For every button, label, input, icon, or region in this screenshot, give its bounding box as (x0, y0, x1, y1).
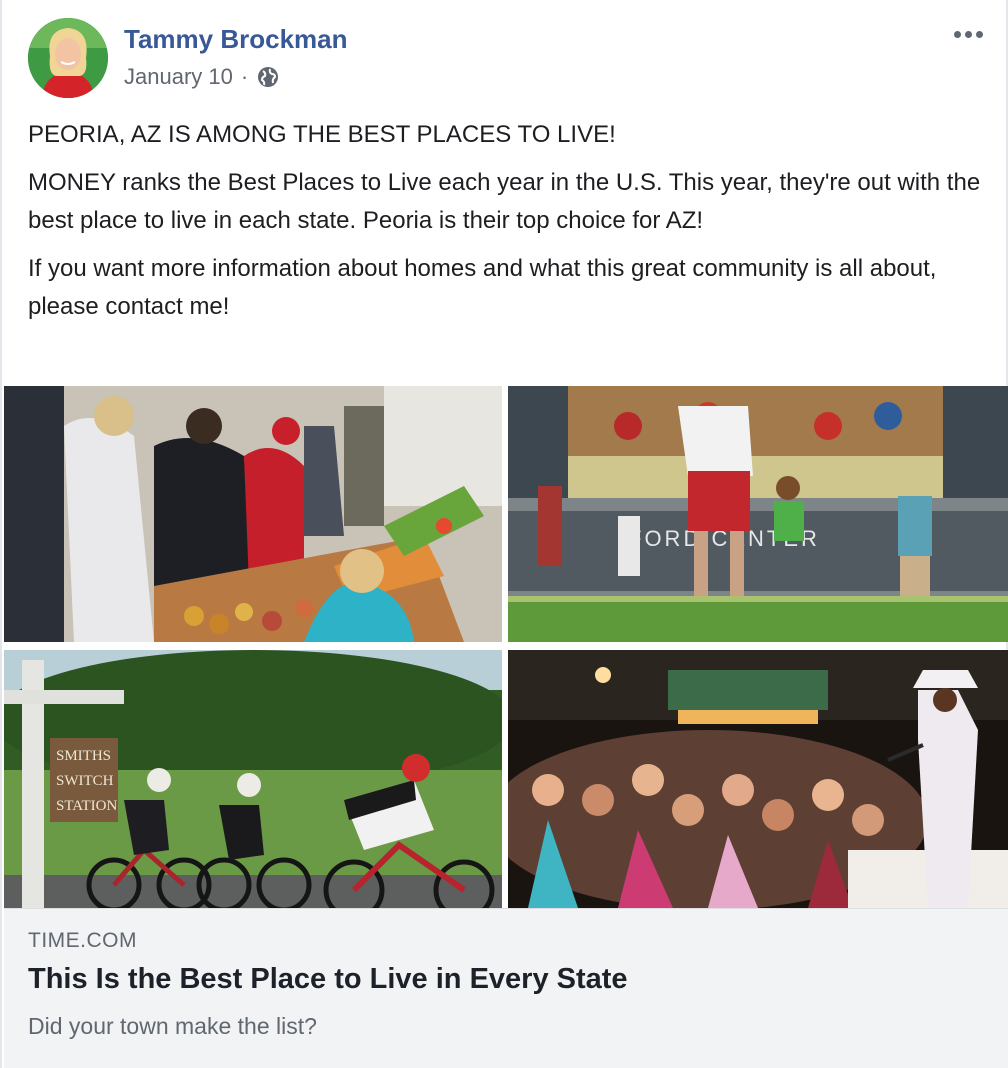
dot (964, 30, 972, 38)
post-paragraph: MONEY ranks the Best Places to Live each… (28, 169, 981, 234)
post-paragraph: If you want more information about homes… (28, 255, 937, 320)
post-meta: January 10 · (124, 64, 280, 90)
photo-ford-center[interactable]: FORD CENTER (508, 386, 1008, 642)
link-preview[interactable]: TIME.COM This Is the Best Place to Live … (4, 908, 1008, 1068)
globe-icon[interactable] (256, 65, 280, 89)
sign-line: SWITCH (56, 773, 114, 789)
facebook-post: Tammy Brockman January 10 · PEORIA, AZ I… (0, 0, 1008, 1068)
author-name[interactable]: Tammy Brockman (124, 24, 348, 55)
more-options-icon[interactable] (948, 20, 988, 48)
post-headline: PEORIA, AZ IS AMONG THE BEST PLACES TO L… (28, 121, 616, 148)
dot (953, 30, 961, 38)
link-domain: TIME.COM (28, 929, 137, 952)
dot (975, 30, 983, 38)
link-description: Did your town make the list? (28, 1013, 317, 1039)
post-date[interactable]: January 10 (124, 64, 233, 90)
sign-line: SMITHS (56, 748, 111, 764)
photo-cyclists[interactable]: SMITHS SWITCH STATION (4, 650, 502, 908)
photo-concert[interactable] (508, 650, 1008, 908)
photo-grid: FORD CENTER SMITHS SWITCH STATION (4, 386, 1008, 908)
photo-farmers-market[interactable] (4, 386, 502, 642)
sign-line: STATION (56, 798, 117, 814)
author-avatar[interactable] (28, 18, 108, 98)
link-title[interactable]: This Is the Best Place to Live in Every … (28, 963, 628, 996)
post-text: PEORIA, AZ IS AMONG THE BEST PLACES TO L… (28, 116, 988, 336)
meta-separator: · (240, 64, 249, 89)
post-header: Tammy Brockman January 10 · (28, 18, 988, 100)
